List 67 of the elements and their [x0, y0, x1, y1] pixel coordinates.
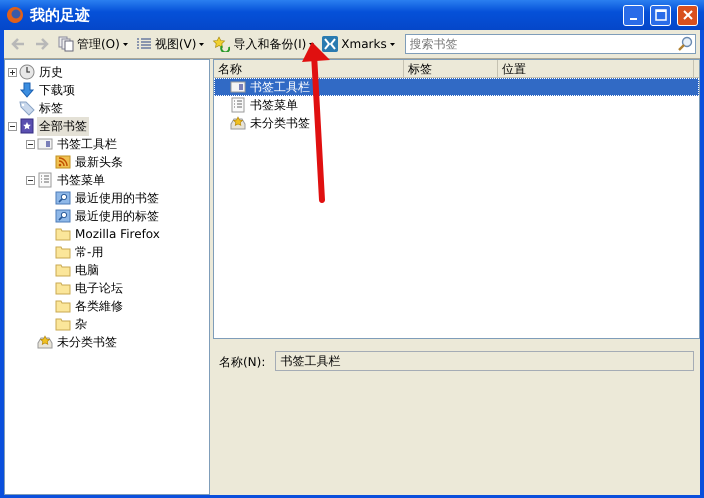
- folder-icon: [55, 316, 71, 332]
- tree-item[interactable]: 下载项: [37, 80, 77, 100]
- menu-button[interactable]: 视图(V): [134, 34, 206, 54]
- down-arrow-icon: [19, 82, 35, 98]
- close-icon: [682, 9, 694, 21]
- search-folder-icon: [55, 190, 71, 206]
- search-icon: [677, 36, 693, 52]
- star-book-icon: [19, 118, 35, 134]
- window-title: 我的足迹: [30, 6, 91, 24]
- feed-icon: [55, 154, 71, 170]
- expand-icon[interactable]: [8, 68, 17, 76]
- folder-icon: [55, 244, 71, 260]
- browser-logo-icon: [6, 6, 24, 24]
- tree-item[interactable]: 杂: [73, 314, 89, 334]
- tree-item[interactable]: 电子论坛: [73, 278, 125, 298]
- toolbar-icon: [37, 136, 53, 152]
- tree-item[interactable]: 最近使用的书签: [73, 188, 161, 208]
- tree-item[interactable]: Mozilla Firefox: [73, 226, 162, 242]
- folder-icon: [55, 262, 71, 278]
- star-tray-icon: [37, 334, 53, 350]
- tree-item[interactable]: 书签菜单: [55, 170, 107, 190]
- maximize-icon: [654, 9, 666, 21]
- menu-button[interactable]: 管理(O): [56, 34, 130, 54]
- toolbar-icon: [230, 79, 246, 95]
- list-icon: [37, 172, 53, 188]
- tree-item[interactable]: 书签工具栏: [55, 134, 119, 154]
- minimize-button[interactable]: [623, 4, 644, 26]
- column-header[interactable]: 标签: [404, 60, 498, 77]
- menu-button[interactable]: Xmarks: [320, 34, 397, 54]
- folder-icon: [55, 226, 71, 242]
- tree-item[interactable]: 电脑: [73, 260, 101, 280]
- list-row[interactable]: 未分类书签: [214, 114, 699, 132]
- tree-item[interactable]: 常-用: [73, 242, 106, 262]
- caret-icon: [199, 42, 204, 46]
- list-icon: [136, 36, 152, 52]
- collapse-icon[interactable]: [8, 122, 17, 130]
- tree-item[interactable]: 全部书签: [37, 116, 89, 136]
- star-tray-icon: [230, 115, 246, 131]
- tree-item[interactable]: 历史: [37, 62, 65, 82]
- caret-icon: [390, 42, 395, 46]
- star-arrows-icon: [212, 36, 230, 52]
- butterfly-icon: [322, 36, 338, 52]
- search-folder-icon: [55, 208, 71, 224]
- menu-button[interactable]: 导入和备份(I): [210, 34, 316, 54]
- caret-icon: [122, 42, 128, 46]
- collapse-icon[interactable]: [26, 176, 35, 184]
- pages-icon: [58, 36, 74, 52]
- tag-icon: [19, 100, 35, 116]
- folder-icon: [55, 280, 71, 296]
- tree-item[interactable]: 标签: [37, 98, 65, 118]
- list-row[interactable]: 书签菜单: [214, 96, 699, 114]
- list-row[interactable]: 书签工具栏: [214, 78, 699, 96]
- column-header[interactable]: 位置: [498, 60, 694, 77]
- search-field[interactable]: 搜索书签: [404, 34, 696, 54]
- list-icon: [230, 97, 246, 113]
- tree-item[interactable]: 最近使用的标签: [73, 206, 161, 226]
- name-label: 名称(N):: [219, 354, 266, 371]
- collapse-icon[interactable]: [26, 140, 35, 148]
- tree-item[interactable]: 未分类书签: [55, 332, 119, 352]
- minimize-icon: [630, 18, 637, 20]
- close-button[interactable]: [677, 4, 698, 26]
- folder-icon: [55, 298, 71, 314]
- maximize-button[interactable]: [650, 4, 671, 26]
- tree-item[interactable]: 各类維修: [73, 296, 125, 316]
- tree-item[interactable]: 最新头条: [73, 152, 125, 172]
- clock-icon: [19, 64, 35, 80]
- name-field[interactable]: 书签工具栏: [275, 351, 694, 371]
